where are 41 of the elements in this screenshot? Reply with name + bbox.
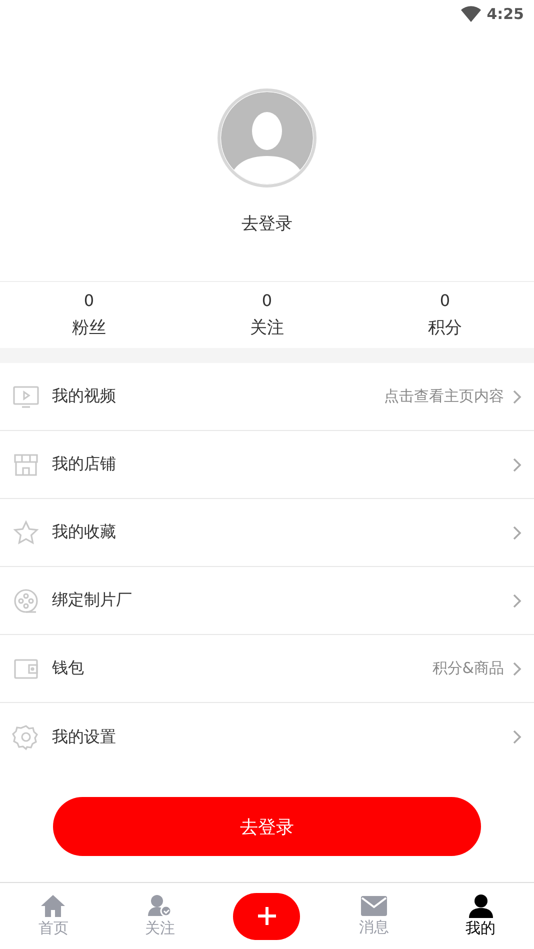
person-icon xyxy=(468,894,494,918)
settings-icon xyxy=(12,723,40,751)
chevron-icon xyxy=(512,524,522,540)
menu-label: 钱包 xyxy=(52,658,85,679)
chevron-icon xyxy=(512,456,522,472)
login-link[interactable]: 去登录 xyxy=(242,212,292,235)
stat-value: 0 xyxy=(440,291,450,310)
stat-value: 0 xyxy=(262,291,272,310)
menu-hint: 积分&商品 xyxy=(432,659,504,678)
home-icon xyxy=(40,894,66,918)
menu-item[interactable]: 我的店铺 xyxy=(0,431,534,499)
status-time: 4:25 xyxy=(486,5,524,23)
chevron-icon xyxy=(512,592,522,608)
menu-label: 绑定制片厂 xyxy=(52,590,133,611)
avatar-icon xyxy=(217,88,317,188)
add-button[interactable] xyxy=(233,892,300,940)
login-button[interactable]: 去登录 xyxy=(53,797,481,856)
menu-item[interactable]: 绑定制片厂 xyxy=(0,567,534,635)
stat-label: 积分 xyxy=(428,317,462,339)
tab[interactable]: 我的 xyxy=(427,883,534,949)
menu-label: 我的店铺 xyxy=(52,454,117,475)
chevron-icon xyxy=(512,729,522,745)
stat-label: 粉丝 xyxy=(72,317,106,339)
people-icon xyxy=(147,894,174,918)
menu-label: 我的设置 xyxy=(52,726,117,748)
menu-hint: 点击查看主页内容 xyxy=(384,387,504,406)
chevron-icon xyxy=(512,660,522,676)
menu-label: 我的收藏 xyxy=(52,522,117,543)
menu-label: 我的视频 xyxy=(52,386,117,407)
film-reel-icon xyxy=(12,586,40,614)
wifi-icon xyxy=(460,6,481,22)
plus-icon xyxy=(256,906,277,926)
chevron-icon xyxy=(512,388,522,404)
star-icon xyxy=(12,518,40,546)
menu-item[interactable]: 钱包 积分&商品 xyxy=(0,635,534,703)
menu-item[interactable]: 我的视频 点击查看主页内容 xyxy=(0,363,534,431)
stat-label: 关注 xyxy=(250,317,284,339)
menu-item[interactable]: 我的设置 xyxy=(0,703,534,771)
mail-icon xyxy=(360,895,388,917)
stat-value: 0 xyxy=(84,291,94,310)
menu-item[interactable]: 我的收藏 xyxy=(0,499,534,567)
